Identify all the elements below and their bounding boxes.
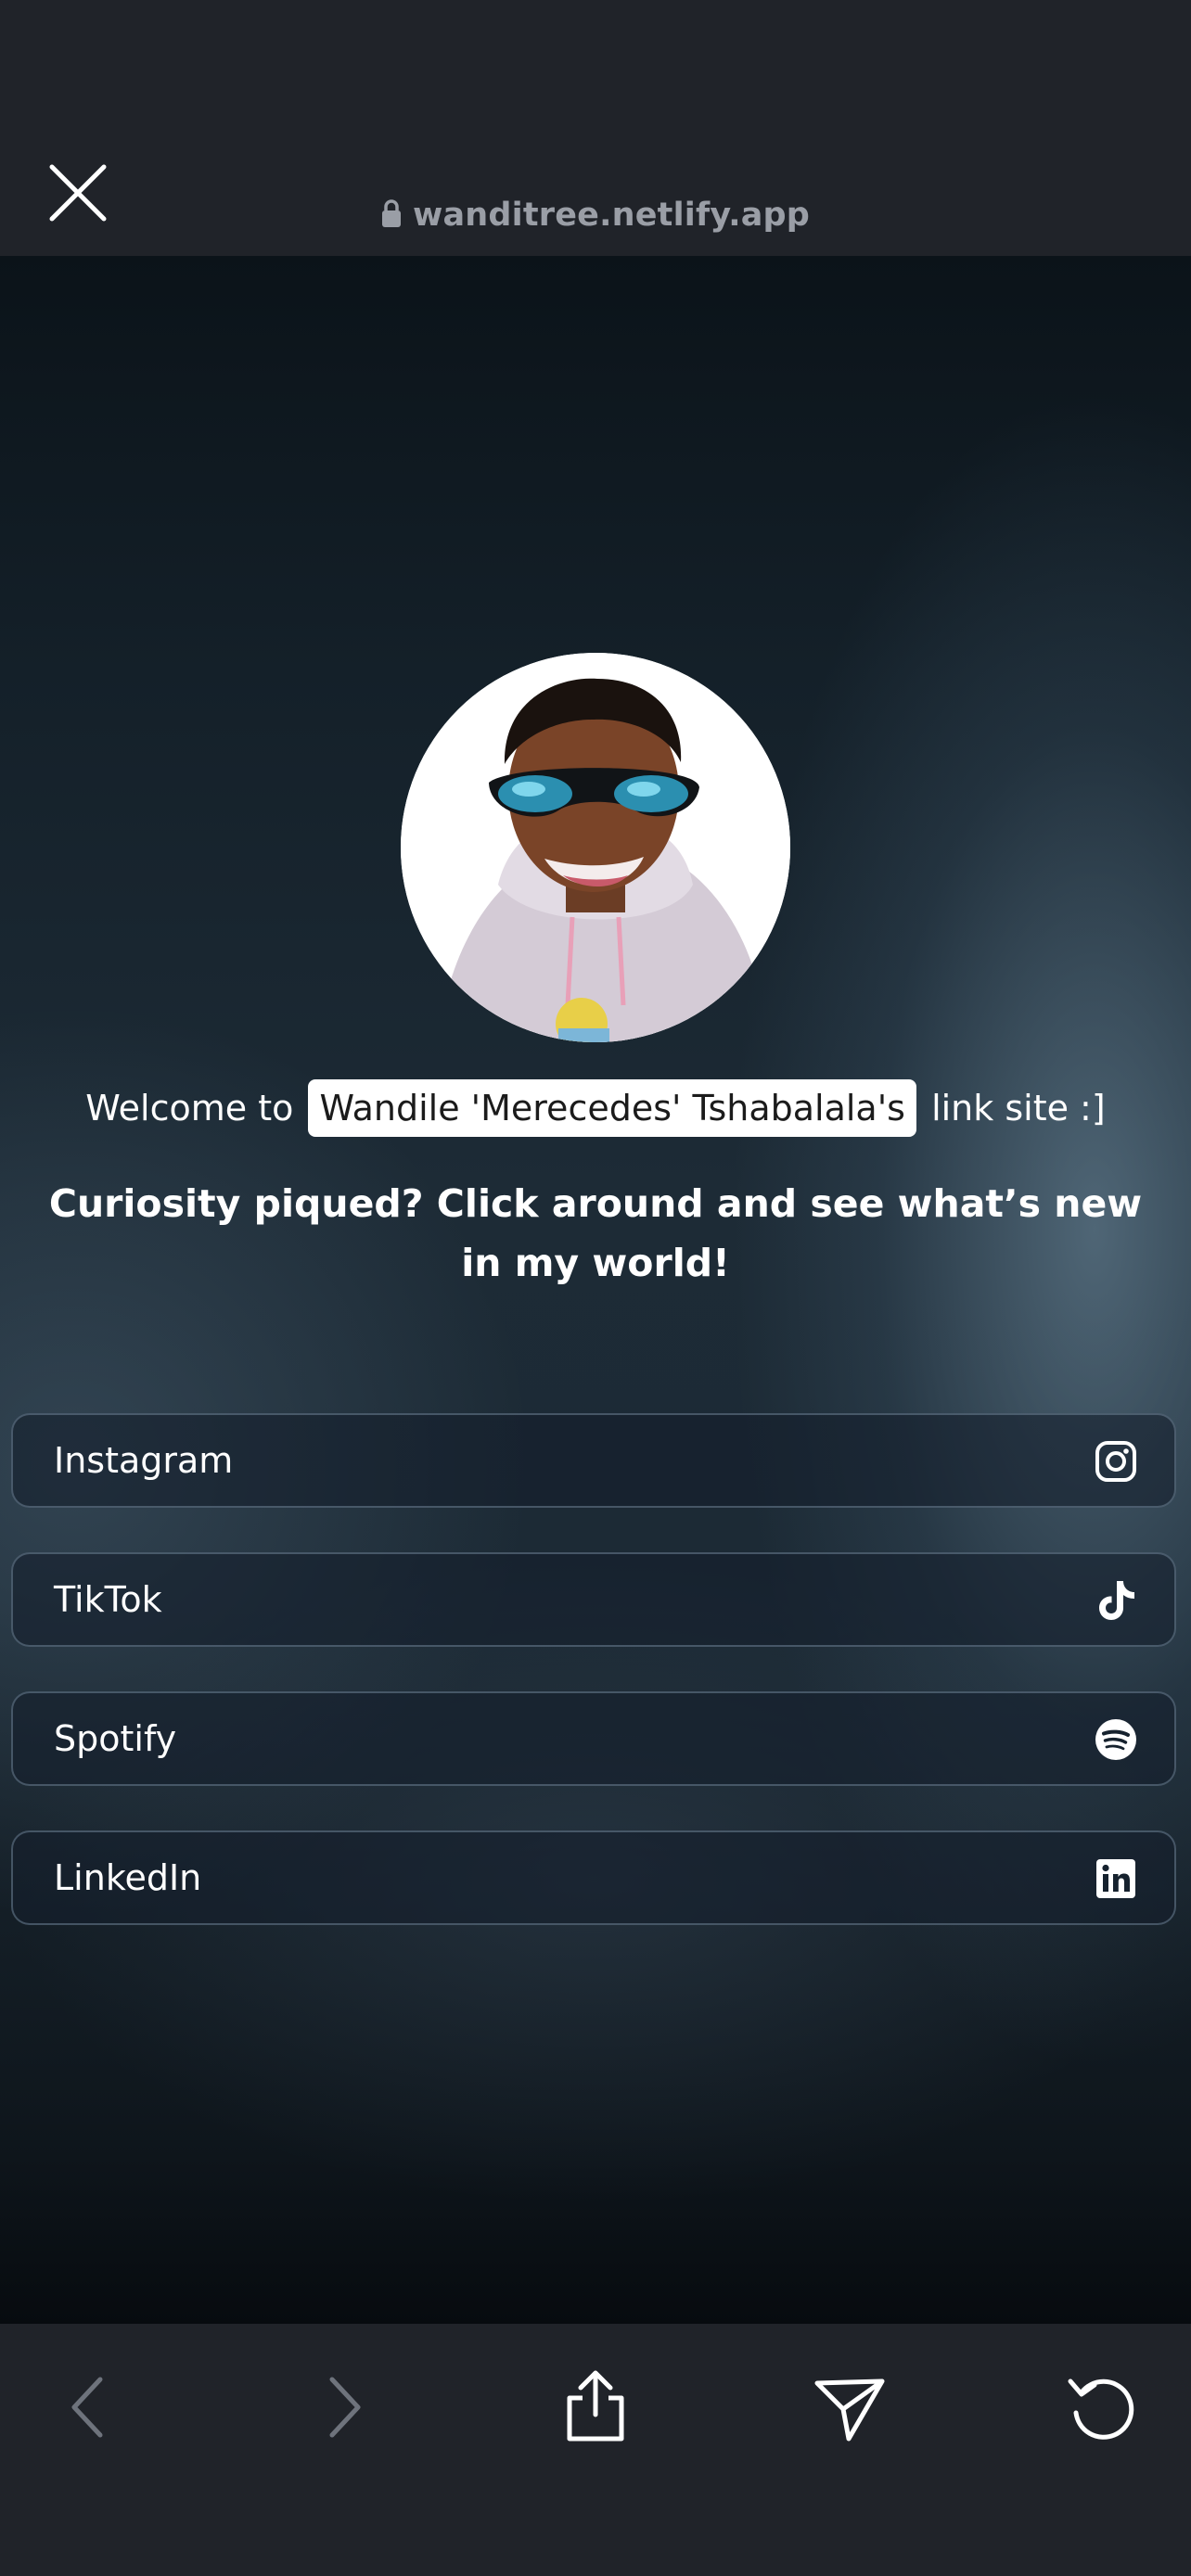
- lock-icon: [381, 199, 401, 227]
- web-content: Welcome to Wandile 'Merecedes' Tshabalal…: [0, 256, 1191, 2324]
- chevron-left-icon: [71, 2377, 103, 2438]
- link-label: LinkedIn: [54, 1857, 202, 1898]
- link-list: Instagram TikTok Spotify LinkedIn: [11, 1413, 1180, 1970]
- spotify-icon: [1095, 1719, 1136, 1760]
- welcome-prefix: Welcome to: [85, 1088, 294, 1129]
- tiktok-link-button[interactable]: TikTok: [11, 1552, 1176, 1647]
- send-icon: [814, 2378, 885, 2442]
- url-text: wanditree.netlify.app: [412, 197, 811, 234]
- link-label: TikTok: [54, 1579, 162, 1620]
- instagram-icon: [1095, 1441, 1136, 1482]
- share-icon: [567, 2370, 624, 2442]
- link-label: Instagram: [54, 1440, 234, 1481]
- instagram-link-button[interactable]: Instagram: [11, 1413, 1176, 1508]
- link-label: Spotify: [54, 1718, 177, 1759]
- tagline: Curiosity piqued? Click around and see w…: [48, 1181, 1143, 1285]
- welcome-text: Welcome to Wandile 'Merecedes' Tshabalal…: [0, 1079, 1191, 1137]
- reload-button[interactable]: [1056, 2361, 1148, 2454]
- browser-bottom-toolbar: [0, 2324, 1191, 2576]
- forward-button[interactable]: [297, 2361, 390, 2454]
- profile-name-highlight: Wandile 'Merecedes' Tshabalala's: [308, 1079, 916, 1137]
- welcome-suffix: link site :]: [931, 1088, 1106, 1129]
- spotify-link-button[interactable]: Spotify: [11, 1691, 1176, 1786]
- send-button[interactable]: [802, 2361, 895, 2454]
- linkedin-icon: [1096, 1859, 1135, 1898]
- browser-top-bar: wanditree.netlify.app: [0, 0, 1191, 256]
- share-button[interactable]: [549, 2361, 642, 2454]
- tiktok-icon: [1099, 1581, 1134, 1620]
- reload-icon: [1068, 2378, 1134, 2440]
- linkedin-link-button[interactable]: LinkedIn: [11, 1830, 1176, 1925]
- url-bar[interactable]: wanditree.netlify.app: [0, 197, 1191, 234]
- avatar: [401, 653, 790, 1042]
- chevron-right-icon: [329, 2377, 361, 2438]
- back-button[interactable]: [43, 2361, 135, 2454]
- profile-photo: [401, 653, 790, 1042]
